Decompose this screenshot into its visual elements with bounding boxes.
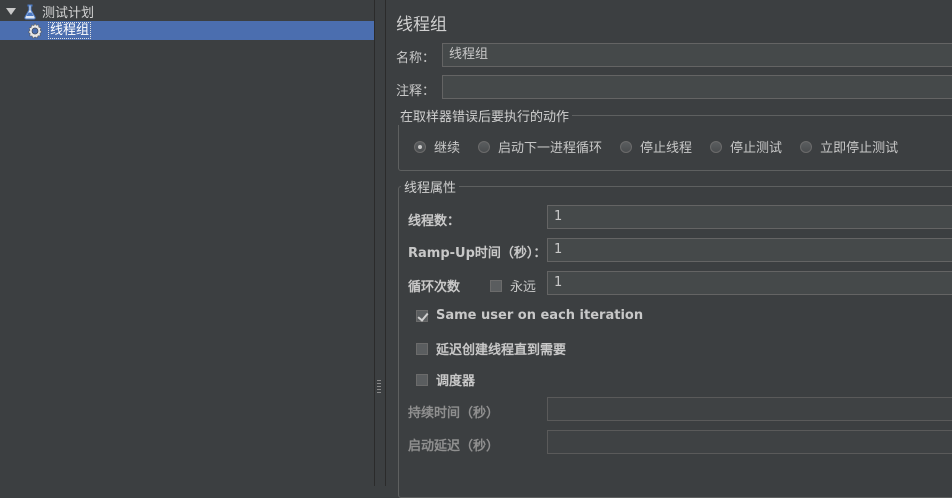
test-plan-tree: 测试计划 线程组 (0, 0, 375, 486)
duration-field[interactable] (547, 397, 952, 421)
same-user-checkbox[interactable] (416, 309, 428, 322)
radio-start-next-loop[interactable] (478, 140, 491, 153)
radio-label-stop-test-now: 立即停止测试 (820, 141, 899, 156)
rampup-field[interactable]: 1 (547, 238, 952, 262)
same-user-option: Same user on each iteration (416, 308, 643, 323)
threads-label: 线程数： (408, 214, 461, 229)
error-action-radios: 继续 启动下一进程循环 停止线程 停止测试 立即停止测试 (414, 137, 916, 156)
forever-checkbox[interactable] (490, 279, 502, 292)
tree-label-test-plan: 测试计划 (42, 6, 95, 21)
radio-label-stop-test: 停止测试 (730, 141, 783, 156)
tree-node-test-plan[interactable]: 测试计划 (2, 2, 94, 21)
loop-label: 循环次数 (408, 280, 461, 295)
radio-stop-test[interactable] (710, 140, 723, 153)
radio-stop-thread[interactable] (620, 140, 633, 153)
thread-group-panel: 线程组 名称： 线程组 注释： 在取样器错误后要执行的动作 继续 启动下一进程循… (385, 0, 952, 498)
radio-label-continue: 继续 (434, 141, 461, 156)
radio-label-stop-thread: 停止线程 (640, 141, 693, 156)
startup-delay-label: 启动延迟（秒） (408, 439, 500, 454)
loop-count-field[interactable]: 1 (547, 271, 952, 295)
tree-label-thread-group: 线程组 (48, 22, 92, 39)
tree-node-thread-group[interactable]: 线程组 (0, 21, 374, 40)
name-label: 名称： (396, 51, 436, 66)
scheduler-label: 调度器 (436, 374, 476, 389)
name-field[interactable]: 线程组 (442, 43, 952, 67)
delay-create-option: 延迟创建线程直到需要 (416, 339, 566, 358)
error-action-group-title: 在取样器错误后要执行的动作 (397, 106, 573, 125)
rampup-label: Ramp-Up时间（秒）： (408, 246, 547, 261)
scheduler-option: 调度器 (416, 370, 475, 389)
radio-label-start-next-loop: 启动下一进程循环 (498, 141, 603, 156)
thread-properties-title: 线程属性 (401, 177, 460, 196)
comment-field[interactable] (442, 75, 952, 99)
radio-continue[interactable] (414, 140, 426, 153)
forever-option: 永远 (490, 276, 536, 295)
forever-label: 永远 (510, 280, 537, 295)
panel-splitter[interactable] (375, 0, 384, 486)
expand-arrow-icon[interactable] (6, 8, 16, 15)
threads-field[interactable]: 1 (547, 205, 952, 229)
comment-label: 注释： (396, 84, 436, 99)
gear-icon (27, 22, 43, 39)
splitter-grip-icon[interactable] (377, 380, 381, 394)
startup-delay-field[interactable] (547, 430, 952, 454)
delay-create-label: 延迟创建线程直到需要 (436, 343, 567, 358)
flask-icon (24, 4, 36, 19)
panel-title: 线程组 (396, 15, 447, 35)
same-user-label: Same user on each iteration (436, 308, 644, 323)
duration-label: 持续时间（秒） (408, 406, 500, 421)
scheduler-checkbox[interactable] (416, 373, 428, 386)
radio-stop-test-now[interactable] (800, 140, 813, 153)
delay-create-checkbox[interactable] (416, 342, 428, 355)
